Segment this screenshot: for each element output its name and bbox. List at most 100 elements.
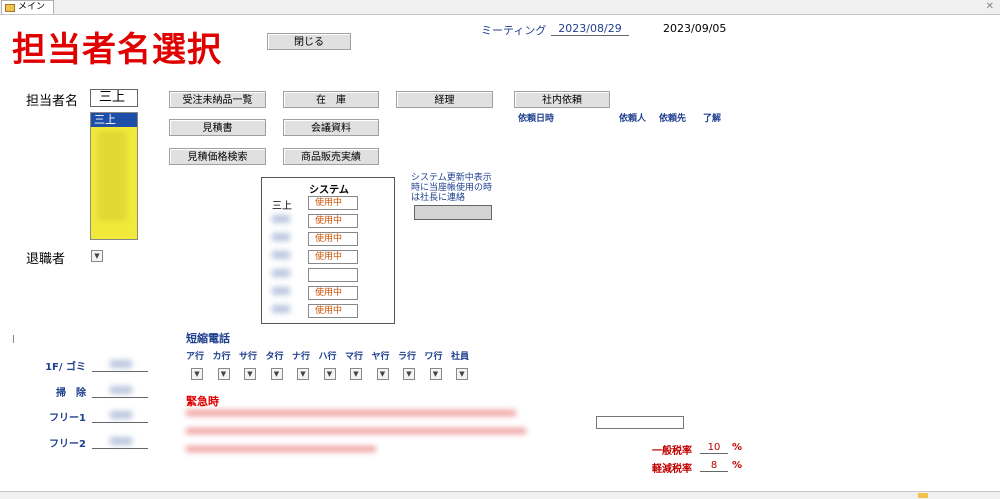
system-status-field[interactable]: 使用中 [308,250,358,264]
chevron-down-icon: ▼ [459,370,465,378]
duty-field[interactable] [92,409,148,423]
meeting-date-field[interactable]: 2023/08/29 [551,22,629,36]
meeting-label: ミーティング [481,24,547,37]
stock-button[interactable]: 在 庫 [283,91,379,108]
chevron-down-icon: ▼ [247,370,253,378]
dial-group-dropdown[interactable]: ▼ [191,368,203,380]
tanto-listbox[interactable]: 三上 [90,112,138,240]
duty-field[interactable] [92,435,148,449]
system-status-field[interactable] [308,268,358,282]
general-tax-label: 一般税率 [652,446,692,457]
system-row-name [272,269,290,280]
dial-group-dropdown[interactable]: ▼ [217,368,230,380]
system-status-field[interactable]: 使用中 [308,304,358,318]
chevron-down-icon: ▼ [379,370,386,378]
general-tax-field[interactable]: 10 [700,442,728,454]
list-item-selected[interactable]: 三上 [91,113,137,127]
blurred-name [272,233,290,241]
chevron-down-icon: ▼ [220,370,227,378]
emergency-input[interactable] [596,416,684,429]
chevron-down-icon: ▼ [406,370,412,378]
dial-group-dropdown[interactable]: ▼ [376,368,389,380]
duty-field[interactable] [92,358,148,372]
accounting-button[interactable]: 経理 [396,91,493,108]
emergency-line-1 [186,410,516,416]
dial-group-dropdown[interactable]: ▼ [244,368,256,380]
blurred-duty-name [110,360,132,368]
dial-group-dropdown[interactable]: ▼ [323,368,336,380]
form-view-icon[interactable] [918,493,928,498]
blurred-name [272,251,290,259]
short-dial-title: 短縮電話 [186,332,230,345]
next-meeting-date: 2023/09/05 [663,22,727,35]
system-row-name [272,215,290,226]
dial-group-dropdown[interactable]: ▼ [297,368,309,380]
page-title: 担当者名選択 [12,30,222,70]
tab-label: メイン [18,2,46,12]
blurred-duty-name [110,411,132,419]
chevron-down-icon: ▼ [94,252,100,260]
request-ok-header: 了解 [703,114,722,124]
dial-group-dropdown[interactable]: ▼ [429,368,442,380]
form-icon [5,3,15,12]
meeting-docs-button[interactable]: 会議資料 [283,119,379,136]
blurred-duty-name [110,386,132,394]
system-status-field[interactable]: 使用中 [308,196,358,210]
dial-group-dropdown[interactable]: ▼ [456,368,468,380]
emergency-label: 緊急時 [186,395,219,408]
close-icon[interactable]: ✕ [986,0,994,13]
duty-field[interactable] [92,384,148,398]
document-tab-bar: メイン ✕ [0,0,1000,15]
duty-label: 掃 除 [56,388,86,399]
system-row-name [272,305,290,316]
blurred-name [272,305,290,313]
duty-label: フリー2 [49,439,86,450]
dial-group-label: ハ行 [318,352,337,362]
dial-group-label: タ行 [265,352,284,362]
emergency-line-3 [186,446,376,452]
system-notice: システム更新中表示時に当座帳使用の時は社長に連絡 [411,173,493,203]
dial-group-dropdown[interactable]: ▼ [270,368,283,380]
chevron-down-icon: ▼ [326,370,333,378]
order-list-button[interactable]: 受注未納品一覧 [169,91,266,108]
system-status-field[interactable]: 使用中 [308,286,358,300]
reduced-tax-unit: % [732,460,743,471]
internal-request-button[interactable]: 社内依頼 [514,91,610,108]
dial-group-label: マ行 [345,352,364,362]
system-status-field[interactable]: 使用中 [308,214,358,228]
list-items-blurred [97,131,127,221]
blurred-name [272,269,290,277]
requester-header: 依頼人 [619,114,647,124]
retired-dropdown[interactable]: ▼ [91,250,103,262]
dial-group-dropdown[interactable]: ▼ [350,368,362,380]
system-title: システム [309,185,349,196]
tanto-input[interactable]: 三上 [90,89,138,107]
duty-label: フリー1 [49,413,86,424]
dial-group-label: サ行 [239,352,258,362]
close-form-button[interactable]: 閉じる [267,33,351,50]
blurred-name [272,287,290,295]
dial-group-label: ナ行 [292,352,311,362]
emergency-line-2 [186,428,526,434]
estimate-button[interactable]: 見積書 [169,119,266,136]
request-date-header: 依頼日時 [518,114,555,124]
blurred-duty-name [110,437,132,445]
product-sales-button[interactable]: 商品販売実績 [283,148,379,165]
dial-group-label: 社員 [451,352,470,362]
dial-group-label: ア行 [186,352,205,362]
dial-group-label: カ行 [212,352,231,362]
chevron-down-icon: ▼ [300,370,306,378]
tab-main[interactable]: メイン [1,0,55,14]
dial-group-label: ワ行 [424,352,443,362]
system-row-name: 三上 [272,201,292,212]
estimate-price-search-button[interactable]: 見積価格検索 [169,148,266,165]
reduced-tax-field[interactable]: 8 [700,460,728,472]
chevron-down-icon: ▼ [353,370,359,378]
system-notice-field[interactable] [414,205,492,220]
system-row-name [272,287,290,298]
reduced-tax-label: 軽減税率 [652,464,692,475]
system-status-field[interactable]: 使用中 [308,232,358,246]
system-row-name [272,251,290,262]
request-to-header: 依頼先 [659,114,687,124]
dial-group-dropdown[interactable]: ▼ [403,368,415,380]
